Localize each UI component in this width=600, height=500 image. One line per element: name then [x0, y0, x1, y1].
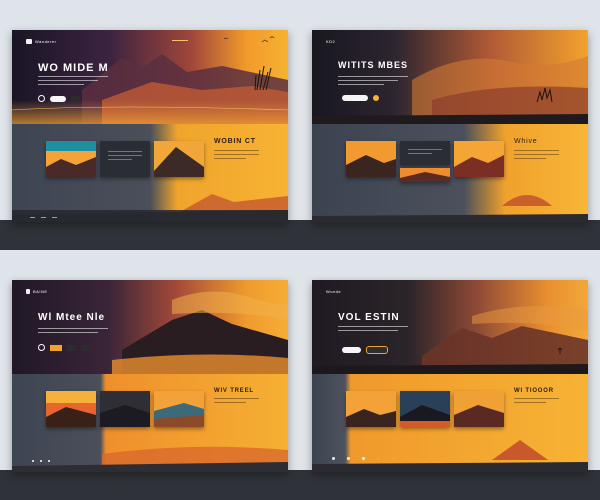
section-title: WIV TREEL — [214, 388, 254, 394]
desk-surface — [300, 470, 600, 500]
hero-actions — [38, 95, 80, 102]
logo[interactable]: KD2 — [326, 39, 335, 44]
play-circle-icon[interactable] — [38, 344, 45, 351]
desk-surface — [0, 220, 300, 250]
gallery-thumbnail[interactable] — [100, 391, 150, 427]
feature-section: WI TIOOOR — [312, 374, 588, 472]
mockup-panel-top-left: Wanderer WO MIDE M WOBIN CT — [0, 0, 300, 250]
mockup-panel-top-right: KD2 WITITS MBES Whive — [300, 0, 600, 250]
section-paragraph — [214, 398, 259, 406]
section-title: Whive — [514, 138, 538, 145]
gallery-thumbnail[interactable] — [400, 168, 450, 182]
hero-title: VOL ESTIN — [338, 312, 400, 323]
hero-paragraph — [338, 326, 408, 334]
section-paragraph — [514, 398, 559, 406]
hero-section: Wanderer WO MIDE M — [12, 30, 288, 124]
pagination-dots[interactable] — [32, 460, 50, 462]
logo[interactable]: BAINE — [26, 289, 48, 294]
hero-actions — [38, 344, 90, 351]
desk-surface — [0, 470, 300, 500]
hero-paragraph — [38, 328, 108, 336]
info-card[interactable] — [100, 141, 150, 177]
secondary-button[interactable] — [81, 344, 90, 351]
backdrop — [0, 250, 300, 280]
nav-link[interactable] — [172, 40, 188, 41]
gallery-thumbnail[interactable] — [154, 391, 204, 427]
footer-icons[interactable] — [332, 457, 395, 460]
feature-section: WOBIN CT — [12, 124, 288, 222]
mockup-panel-bottom-left: BAINE Wl Mtee Nle WIV TREEL — [0, 250, 300, 500]
backdrop — [0, 0, 300, 30]
feature-section: Whive — [312, 124, 588, 222]
secondary-button[interactable] — [67, 344, 76, 351]
gallery-thumbnail[interactable] — [454, 391, 504, 427]
primary-button[interactable] — [50, 344, 62, 351]
hero-title: WO MIDE M — [38, 62, 109, 74]
mountain-landscape — [112, 291, 288, 374]
footer — [12, 210, 288, 222]
gallery-thumbnail[interactable] — [154, 141, 204, 177]
primary-button[interactable] — [342, 347, 361, 353]
gallery-thumbnail[interactable] — [46, 391, 96, 427]
gallery-thumbnail[interactable] — [346, 141, 396, 177]
website-mockup: Wonde VOL ESTIN WI TIOOOR — [312, 280, 588, 472]
play-circle-icon[interactable] — [38, 95, 45, 102]
hero-title: Wl Mtee Nle — [38, 312, 106, 323]
secondary-button[interactable] — [366, 346, 388, 354]
backdrop — [300, 250, 600, 280]
sun-icon[interactable] — [373, 95, 379, 101]
feature-section: WIV TREEL — [12, 374, 288, 472]
hero-section: KD2 WITITS MBES — [312, 30, 588, 124]
gallery-thumbnail[interactable] — [346, 391, 396, 427]
website-mockup: BAINE Wl Mtee Nle WIV TREEL — [12, 280, 288, 472]
gallery-thumbnail[interactable] — [46, 141, 96, 177]
logo-text: BAINE — [33, 289, 48, 294]
gallery-thumbnail[interactable] — [454, 141, 504, 177]
mockup-panel-bottom-right: Wonde VOL ESTIN WI TIOOOR — [300, 250, 600, 500]
website-mockup: Wanderer WO MIDE M WOBIN CT — [12, 30, 288, 222]
logo-text: Wonde — [326, 289, 342, 294]
hero-title: WITITS MBES — [338, 60, 408, 70]
secondary-button[interactable] — [71, 95, 80, 102]
section-paragraph — [214, 150, 259, 162]
logo[interactable]: Wanderer — [26, 39, 56, 44]
logo-text: Wanderer — [35, 39, 57, 44]
info-card[interactable] — [400, 141, 450, 165]
hero-actions — [342, 95, 379, 101]
primary-button[interactable] — [50, 95, 66, 102]
hero-actions — [342, 346, 388, 354]
section-title: WOBIN CT — [214, 138, 256, 145]
hero-section: BAINE Wl Mtee Nle — [12, 280, 288, 374]
section-paragraph — [514, 150, 559, 162]
hero-paragraph — [338, 76, 408, 88]
logo-mark-icon — [26, 289, 30, 294]
hero-section: Wonde VOL ESTIN — [312, 280, 588, 374]
hero-paragraph — [38, 76, 108, 88]
logo-mark-icon — [26, 39, 32, 44]
section-title: WI TIOOOR — [514, 388, 554, 394]
website-mockup: KD2 WITITS MBES Whive — [312, 30, 588, 222]
logo[interactable]: Wonde — [326, 289, 341, 294]
primary-button[interactable] — [342, 95, 368, 101]
gallery-thumbnail[interactable] — [400, 391, 450, 427]
backdrop — [300, 0, 600, 30]
logo-text: KD2 — [326, 39, 336, 44]
desk-surface — [300, 220, 600, 250]
